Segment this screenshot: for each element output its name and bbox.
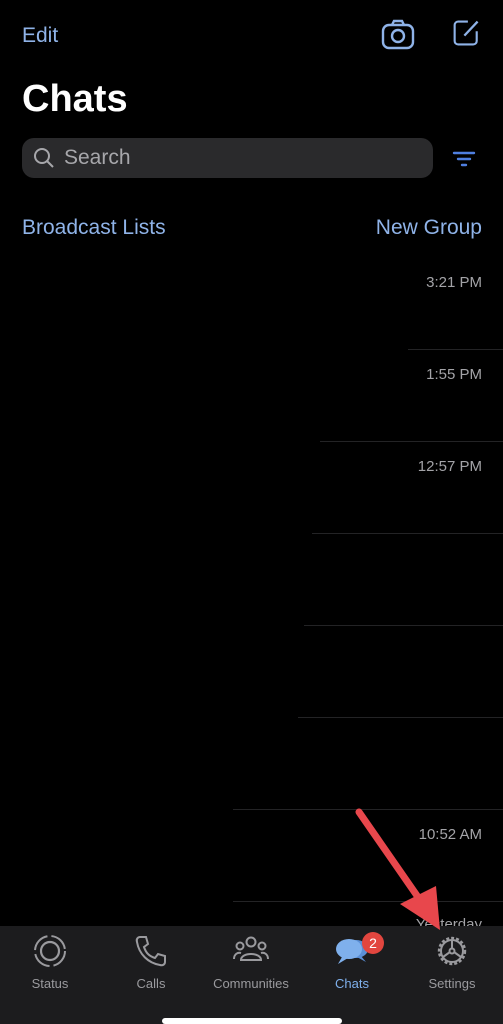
tab-chats[interactable]: 2 Chats bbox=[302, 932, 402, 1002]
status-icon bbox=[34, 935, 66, 967]
search-icon bbox=[34, 148, 54, 168]
tab-bar: Status Calls Communities 2 Chats Setting… bbox=[0, 926, 503, 1024]
tab-label: Communities bbox=[213, 976, 289, 991]
tab-label: Status bbox=[31, 976, 69, 991]
communities-icon bbox=[233, 936, 269, 961]
edit-button[interactable]: Edit bbox=[22, 24, 58, 48]
chat-row[interactable]: 10:52 AM bbox=[0, 810, 503, 902]
chat-row[interactable]: 1:55 PM bbox=[0, 350, 503, 442]
broadcast-lists-link[interactable]: Broadcast Lists bbox=[22, 216, 166, 240]
phone-icon bbox=[135, 936, 166, 967]
chat-row[interactable]: 12:57 PM bbox=[0, 442, 503, 534]
search-input[interactable] bbox=[62, 145, 416, 171]
camera-button[interactable] bbox=[381, 18, 415, 52]
tab-status[interactable]: Status bbox=[0, 932, 100, 1002]
chat-row[interactable]: 3:21 PM bbox=[0, 258, 503, 350]
chat-time: 12:57 PM bbox=[417, 458, 482, 475]
tab-calls[interactable]: Calls bbox=[101, 932, 201, 1002]
chat-time: 10:52 AM bbox=[418, 826, 482, 843]
home-indicator bbox=[162, 1018, 342, 1024]
chat-row[interactable] bbox=[0, 626, 503, 718]
tab-label: Settings bbox=[428, 976, 476, 991]
tab-settings[interactable]: Settings bbox=[402, 932, 502, 1002]
tab-label: Chats bbox=[335, 976, 369, 991]
tab-communities[interactable]: Communities bbox=[201, 932, 301, 1002]
compose-icon bbox=[453, 20, 479, 46]
camera-icon bbox=[381, 19, 415, 50]
chat-row[interactable] bbox=[0, 534, 503, 626]
gear-icon bbox=[437, 936, 467, 966]
new-chat-button[interactable] bbox=[452, 18, 486, 52]
chat-row[interactable] bbox=[0, 718, 503, 810]
unread-badge: 2 bbox=[362, 932, 384, 954]
page-title: Chats bbox=[22, 78, 128, 120]
filter-icon bbox=[452, 151, 476, 167]
new-group-link[interactable]: New Group bbox=[376, 216, 482, 240]
chat-time: 1:55 PM bbox=[426, 366, 482, 383]
chat-time: 3:21 PM bbox=[426, 274, 482, 291]
search-bar[interactable] bbox=[22, 138, 433, 178]
filter-button[interactable] bbox=[452, 150, 476, 168]
tab-label: Calls bbox=[136, 976, 166, 991]
chat-list: 3:21 PM 1:55 PM 12:57 PM 10:52 AM Yester… bbox=[0, 258, 503, 994]
